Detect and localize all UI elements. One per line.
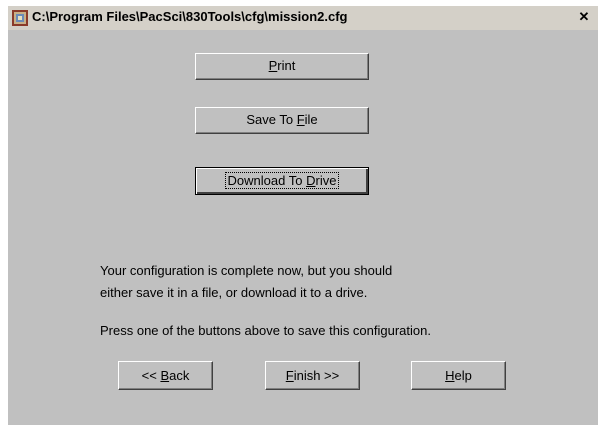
download-label-suffix: rive [315,173,337,188]
back-label-mnemonic: B [160,368,170,383]
print-button[interactable]: Print [195,53,369,80]
finish-label-suffix: inish >> [293,368,340,383]
save-to-file-button[interactable]: Save To File [195,107,369,134]
focus-rect: Download To Drive [224,172,340,189]
finish-button[interactable]: Finish >> [265,361,360,390]
back-label-suffix: ack [169,368,190,383]
app-icon [12,10,28,26]
message-line-1: Your configuration is complete now, but … [100,263,393,278]
help-label-suffix: elp [454,368,472,383]
close-icon[interactable]: ✕ [576,10,592,24]
title-bar[interactable]: C:\Program Files\PacSci\830Tools\cfg\mis… [8,6,598,30]
save-label-prefix: Save To [246,112,297,127]
help-label-mnemonic: H [445,368,455,383]
back-label-prefix: << [141,368,161,383]
back-button[interactable]: << Back [118,361,213,390]
message-line-2: either save it in a file, or download it… [100,285,368,300]
download-label-prefix: Download To [227,173,307,188]
window-title: C:\Program Files\PacSci\830Tools\cfg\mis… [32,9,348,24]
finish-label-mnemonic: F [285,368,294,383]
print-label-suffix: rint [277,58,296,73]
print-label-mnemonic: P [268,58,278,73]
save-label-mnemonic: F [296,112,305,127]
config-wizard-window: C:\Program Files\PacSci\830Tools\cfg\mis… [8,6,598,425]
message-line-3: Press one of the buttons above to save t… [100,323,431,338]
download-to-drive-button[interactable]: Download To Drive [195,167,369,195]
help-button[interactable]: Help [411,361,506,390]
save-label-suffix: ile [304,112,318,127]
